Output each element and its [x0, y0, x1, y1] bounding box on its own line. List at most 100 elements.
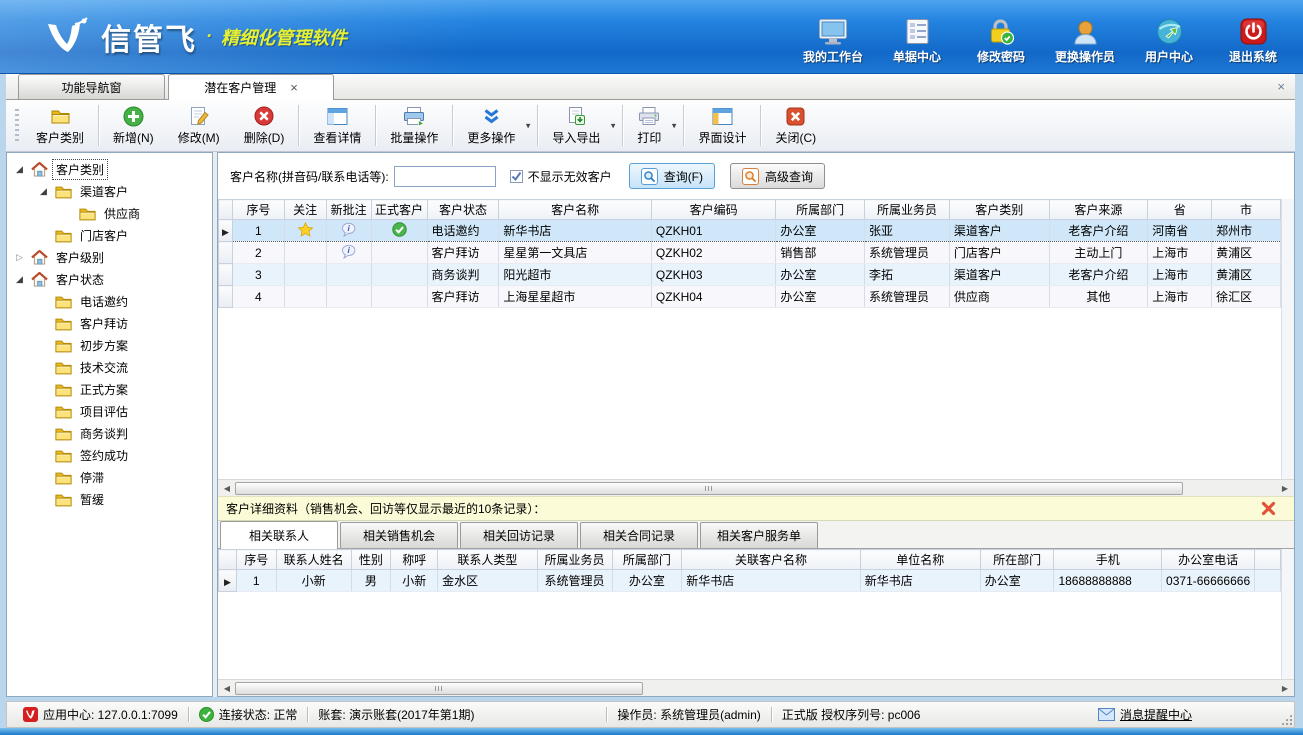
tree-item-technical-exchange[interactable]: 技术交流 — [7, 356, 212, 378]
vertical-scrollbar[interactable] — [1281, 199, 1294, 479]
customer-grid-area: 序号关注新批注正式客户客户状态客户名称客户编码所属部门所属业务员客户类别客户来源… — [218, 199, 1294, 479]
tree-expander-icon[interactable]: ◢ — [37, 186, 50, 197]
column-header[interactable]: 序号 — [236, 550, 276, 570]
tab-close-icon[interactable]: × — [290, 81, 298, 94]
tree-item-phone-invitation[interactable]: 电话邀约 — [7, 290, 212, 312]
tree-item-suspended[interactable]: 暂缓 — [7, 488, 212, 510]
toolbar-import-export-button[interactable]: 导入导出▾ — [540, 100, 620, 151]
header-action-exit-system[interactable]: 退出系统 — [1211, 9, 1295, 65]
column-header[interactable]: 所属部门 — [612, 550, 682, 570]
tree-expander-icon[interactable]: ◢ — [13, 164, 26, 175]
customer-row[interactable]: ▶1i电话邀约新华书店QZKH01办公室张亚渠道客户老客户介绍河南省郑州市 — [219, 220, 1281, 242]
tree-item-preliminary-plan[interactable]: 初步方案 — [7, 334, 212, 356]
scroll-left-icon[interactable]: ◀ — [219, 484, 235, 493]
toolbar-close-button[interactable]: 关闭(C) — [763, 100, 828, 151]
status-message-center[interactable]: 消息提醒中心 — [1088, 706, 1202, 723]
tree-item-project-evaluation[interactable]: 项目评估 — [7, 400, 212, 422]
tree-item-customer-visit[interactable]: 客户拜访 — [7, 312, 212, 334]
column-header[interactable]: 联系人类型 — [438, 550, 537, 570]
column-header[interactable]: 客户名称 — [499, 200, 652, 220]
customer-row[interactable]: 3商务谈判阳光超市QZKH03办公室李拓渠道客户老客户介绍上海市黄浦区 — [219, 264, 1281, 286]
header-action-change-password[interactable]: 修改密码 — [959, 9, 1043, 65]
column-header[interactable]: 序号 — [232, 200, 284, 220]
column-header[interactable]: 手机 — [1054, 550, 1162, 570]
tree-item-store-customers[interactable]: 门店客户 — [7, 224, 212, 246]
home-icon — [31, 162, 48, 177]
column-header[interactable]: 称呼 — [391, 550, 438, 570]
column-header[interactable]: 性别 — [351, 550, 391, 570]
tree-item-customer-category[interactable]: ◢客户类别 — [7, 158, 212, 180]
scroll-thumb[interactable] — [235, 482, 1183, 495]
tree-item-business-negotiation[interactable]: 商务谈判 — [7, 422, 212, 444]
customer-name-input[interactable] — [394, 166, 496, 187]
column-header[interactable]: 所属业务员 — [537, 550, 612, 570]
column-header[interactable]: 客户状态 — [427, 200, 499, 220]
column-header[interactable]: 所属业务员 — [865, 200, 950, 220]
header-action-user-center[interactable]: 用户中心 — [1127, 9, 1211, 65]
toolbar-print-button[interactable]: 打印▾ — [625, 100, 681, 151]
toolbar-add-button[interactable]: 新增(N) — [101, 100, 166, 151]
customer-row[interactable]: 2i客户拜访星星第一文具店QZKH02销售部系统管理员门店客户主动上门上海市黄浦… — [219, 242, 1281, 264]
column-header[interactable]: 新批注 — [326, 200, 371, 220]
resize-grip[interactable] — [1281, 714, 1292, 725]
toolbar-ui-design-button[interactable]: 界面设计 — [686, 100, 758, 151]
detail-tab-visit-records[interactable]: 相关回访记录 — [460, 522, 578, 548]
detail-close-icon[interactable] — [1261, 501, 1276, 516]
detail-tab-contacts[interactable]: 相关联系人 — [220, 521, 338, 549]
header-action-document-center[interactable]: 单据中心 — [875, 9, 959, 65]
customer-grid-hscrollbar[interactable]: ◀ ▶ — [218, 479, 1294, 496]
hide-invalid-checkbox[interactable]: 不显示无效客户 — [510, 168, 612, 185]
tree-expander-icon[interactable]: ◢ — [13, 274, 26, 285]
toolbar-delete-button[interactable]: 删除(D) — [232, 100, 297, 151]
tree-item-customer-status[interactable]: ◢客户状态 — [7, 268, 212, 290]
toolbar-customer-category-button[interactable]: 客户类别 — [24, 100, 96, 151]
header-action-my-workbench[interactable]: 我的工作台 — [791, 9, 875, 65]
toolbar-view-details-button[interactable]: 查看详情 — [301, 100, 373, 151]
column-header[interactable]: 关注 — [284, 200, 326, 220]
query-button[interactable]: 查询(F) — [629, 163, 715, 189]
column-header[interactable]: 关联客户名称 — [682, 550, 860, 570]
folder-icon — [55, 426, 72, 441]
column-header[interactable]: 客户来源 — [1049, 200, 1148, 220]
contacts-grid-hscrollbar[interactable]: ◀ ▶ — [218, 679, 1294, 696]
tree-item-channel-customers[interactable]: ◢渠道客户 — [7, 180, 212, 202]
detail-tab-sales-opportunities[interactable]: 相关销售机会 — [340, 522, 458, 548]
contact-row[interactable]: ▶1小新男小新金水区系统管理员办公室新华书店新华书店办公室18688888888… — [219, 570, 1281, 592]
tree-item-suppliers[interactable]: 供应商 — [7, 202, 212, 224]
column-header[interactable]: 联系人姓名 — [276, 550, 351, 570]
contacts-vertical-scrollbar[interactable] — [1281, 549, 1294, 679]
column-header[interactable]: 所在部门 — [980, 550, 1054, 570]
scroll-thumb[interactable] — [235, 682, 643, 695]
tree-item-contract-signed[interactable]: 签约成功 — [7, 444, 212, 466]
column-header[interactable]: 市 — [1212, 200, 1281, 220]
dropdown-arrow-icon[interactable]: ▾ — [526, 120, 531, 131]
column-header[interactable]: 单位名称 — [860, 550, 980, 570]
advanced-query-button[interactable]: 高级查询 — [730, 163, 825, 189]
column-header[interactable]: 客户类别 — [949, 200, 1049, 220]
toolbar-edit-button[interactable]: 修改(M) — [166, 100, 232, 151]
tab-potential-customers[interactable]: 潜在客户管理× — [168, 74, 334, 100]
header-action-switch-operator[interactable]: 更换操作员 — [1043, 9, 1127, 65]
dropdown-arrow-icon[interactable]: ▾ — [672, 120, 677, 131]
toolbar-batch-operations-button[interactable]: 批量操作 — [378, 100, 450, 151]
column-header[interactable]: 省 — [1148, 200, 1212, 220]
scroll-right-icon[interactable]: ▶ — [1277, 484, 1293, 493]
detail-tab-service-orders[interactable]: 相关客户服务单 — [700, 522, 818, 548]
scroll-right-icon[interactable]: ▶ — [1277, 684, 1293, 693]
column-header[interactable]: 客户编码 — [651, 200, 775, 220]
column-header[interactable]: 办公室电话 — [1162, 550, 1255, 570]
tab-function-nav[interactable]: 功能导航窗 — [18, 74, 165, 99]
detail-tab-contract-records[interactable]: 相关合同记录 — [580, 522, 698, 548]
tree-expander-icon[interactable]: ▷ — [13, 252, 26, 263]
scroll-left-icon[interactable]: ◀ — [219, 684, 235, 693]
tree-item-formal-plan[interactable]: 正式方案 — [7, 378, 212, 400]
toolbar-more-operations-button[interactable]: 更多操作▾ — [455, 100, 535, 151]
column-header[interactable]: 所属部门 — [776, 200, 865, 220]
customer-row[interactable]: 4客户拜访上海星星超市QZKH04办公室系统管理员供应商其他上海市徐汇区 — [219, 286, 1281, 308]
checkbox-check-icon[interactable] — [510, 170, 523, 183]
tabstrip-close-icon[interactable]: × — [1277, 79, 1285, 94]
tree-item-stalled[interactable]: 停滞 — [7, 466, 212, 488]
dropdown-arrow-icon[interactable]: ▾ — [611, 120, 616, 131]
tree-item-customer-level[interactable]: ▷客户级别 — [7, 246, 212, 268]
column-header[interactable]: 正式客户 — [371, 200, 427, 220]
